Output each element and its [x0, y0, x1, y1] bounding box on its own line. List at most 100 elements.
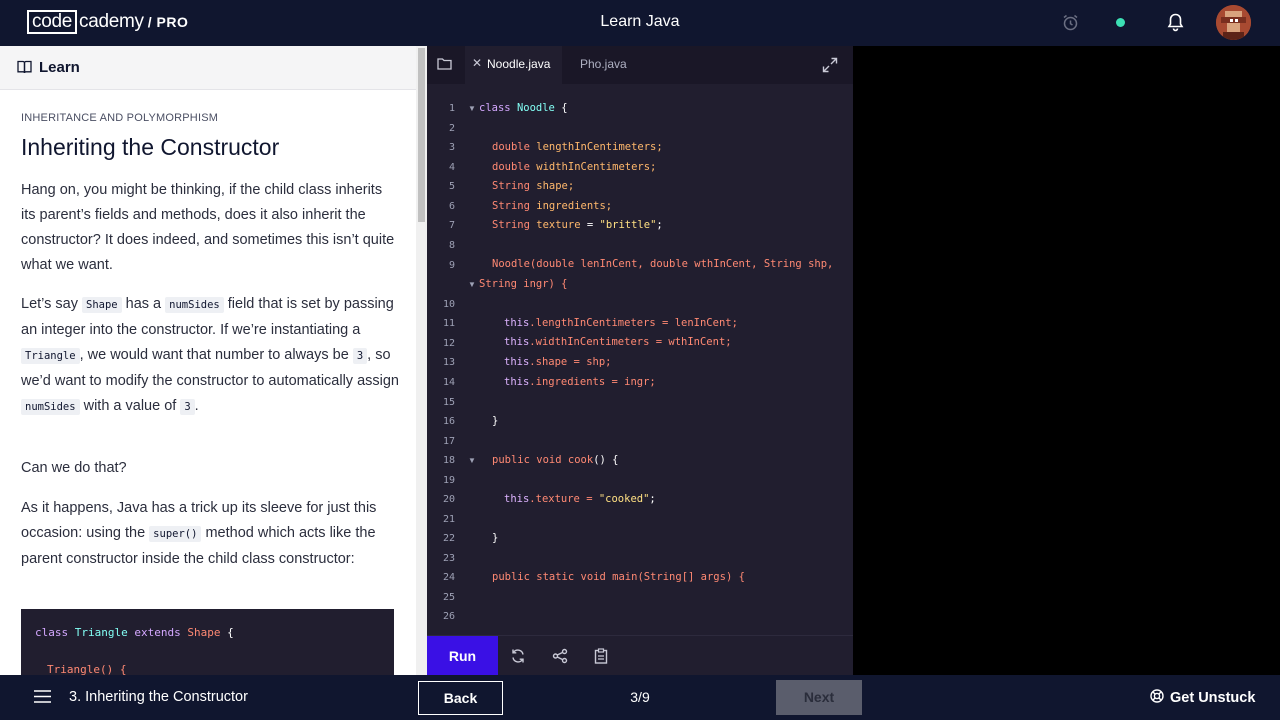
code-editor: ✕ Noodle.java Pho.java 1 2 3 4 5 6 7 8 9… — [427, 46, 853, 676]
share-icon[interactable] — [552, 648, 568, 669]
learn-scrollbar[interactable] — [416, 46, 427, 675]
tab-noodle-java[interactable]: ✕ Noodle.java — [465, 46, 562, 84]
line-number: 8 — [448, 240, 455, 251]
line-number: 12 — [442, 338, 455, 349]
inline-code: 3 — [352, 348, 368, 364]
token: this — [504, 317, 530, 329]
line-number: 25 — [442, 592, 455, 603]
token: double — [492, 141, 530, 153]
code-line-16[interactable]: } — [492, 415, 498, 427]
fold-arrow-icon[interactable]: ▼ — [468, 456, 476, 465]
menu-icon[interactable] — [34, 690, 51, 708]
line-number: 17 — [442, 436, 455, 447]
line-number: 23 — [442, 553, 455, 564]
code-line-11[interactable]: this.lengthInCentimeters = lenInCent; — [504, 317, 738, 329]
token: String — [492, 200, 530, 212]
token: void — [580, 571, 606, 583]
token: shape; — [536, 180, 575, 192]
expand-icon[interactable] — [822, 57, 838, 78]
token: ; — [656, 219, 663, 231]
code-line-9-wrap[interactable]: String ingr) { — [479, 278, 568, 290]
next-button[interactable]: Next — [776, 680, 862, 715]
progress-indicator: 3/9 — [630, 689, 650, 705]
line-number: 13 — [442, 357, 455, 368]
paragraph-3: Can we do that? — [21, 460, 127, 476]
token: "cooked" — [598, 493, 650, 505]
line-number: 20 — [442, 494, 455, 505]
class-name: Triangle — [74, 626, 128, 639]
text: , we would want that number to always be — [79, 347, 349, 363]
inline-code: Triangle — [21, 348, 80, 364]
token: this — [504, 356, 530, 368]
tab-pho-java[interactable]: Pho.java — [580, 57, 627, 71]
learn-tab-label[interactable]: Learn — [39, 59, 80, 76]
line-number: 6 — [448, 201, 455, 212]
line-number: 4 — [448, 162, 455, 173]
code-line-22[interactable]: } — [492, 532, 498, 544]
folder-icon[interactable] — [437, 57, 452, 75]
line-number: 2 — [448, 123, 455, 134]
code-line-5[interactable]: String shape; — [492, 180, 574, 192]
code-line-14[interactable]: this.ingredients = ingr; — [504, 376, 656, 388]
line-number: 14 — [442, 377, 455, 388]
token: String — [492, 180, 530, 192]
code-line-12[interactable]: this.widthInCentimeters = wthInCent; — [504, 336, 732, 348]
paragraph-4: As it happens, Java has a trick up its s… — [21, 496, 399, 572]
line-number: 21 — [442, 514, 455, 525]
editor-tabs: ✕ Noodle.java Pho.java — [427, 46, 853, 84]
line-number: 10 — [442, 299, 455, 310]
code-line-24[interactable]: public static void main(String[] args) { — [492, 571, 745, 583]
token: static — [536, 571, 575, 583]
code-line-20[interactable]: this.texture = "cooked"; — [504, 493, 656, 505]
token: this — [504, 336, 530, 348]
get-unstuck-button[interactable]: Get Unstuck — [1150, 689, 1255, 707]
fold-arrow-icon[interactable]: ▼ — [468, 104, 476, 113]
line-number: 26 — [442, 611, 455, 622]
paragraph-1: Hang on, you might be thinking, if the c… — [21, 182, 395, 273]
text: . — [194, 398, 199, 414]
run-button[interactable]: Run — [427, 636, 498, 676]
back-button[interactable]: Back — [418, 681, 503, 715]
user-avatar[interactable] — [1216, 5, 1251, 40]
code-line-18[interactable]: public void cook() { — [492, 454, 618, 466]
code-line-1[interactable]: class Noodle { — [479, 102, 568, 114]
token: .shape = shp; — [529, 356, 612, 368]
token: public — [492, 454, 530, 466]
code-line-9[interactable]: Noodle(double lenInCent, double wthInCen… — [492, 258, 833, 270]
clipboard-icon[interactable] — [593, 648, 609, 669]
keyword: class — [35, 626, 69, 639]
code-snippet: class Triangle extends Shape { Triangle(… — [21, 609, 394, 675]
lifebuoy-icon — [1150, 689, 1164, 707]
fold-arrow-icon[interactable]: ▼ — [468, 280, 476, 289]
token: lengthInCentimeters; — [536, 141, 663, 153]
scrollbar-thumb[interactable] — [418, 48, 425, 222]
token: .lengthInCentimeters = lenInCent; — [529, 317, 738, 329]
reset-icon[interactable] — [510, 648, 526, 669]
line-number: 24 — [442, 572, 455, 583]
code-line-13[interactable]: this.shape = shp; — [504, 356, 611, 368]
inline-code: Shape — [82, 297, 122, 313]
tab-label: Noodle.java — [487, 57, 551, 71]
get-unstuck-label: Get Unstuck — [1170, 690, 1256, 706]
close-tab-icon[interactable]: ✕ — [472, 56, 482, 70]
token: { — [554, 102, 568, 114]
output-pane[interactable] — [853, 46, 1280, 675]
code-line-4[interactable]: double widthInCentimeters; — [492, 161, 656, 173]
course-title: Learn Java — [600, 13, 680, 30]
line-number: 7 — [448, 220, 455, 231]
inline-code: super() — [149, 526, 202, 542]
line-number: 15 — [442, 397, 455, 408]
code-line-3[interactable]: double lengthInCentimeters; — [492, 141, 663, 153]
bottom-bar: 3. Inheriting the Constructor Back 3/9 N… — [0, 675, 1280, 720]
token: texture — [536, 219, 581, 231]
alarm-clock-icon[interactable] — [1062, 14, 1079, 36]
brace: { — [227, 626, 234, 639]
code-line-7[interactable]: String texture = "brittle"; — [492, 219, 663, 231]
code-line-6[interactable]: String ingredients; — [492, 200, 612, 212]
line-number: 11 — [442, 318, 455, 329]
line-number: 18 — [442, 455, 455, 466]
class-name: Shape — [187, 626, 221, 639]
learn-header: Learn — [0, 46, 416, 90]
notification-bell-icon[interactable] — [1167, 13, 1184, 37]
lesson-name[interactable]: 3. Inheriting the Constructor — [69, 689, 248, 705]
